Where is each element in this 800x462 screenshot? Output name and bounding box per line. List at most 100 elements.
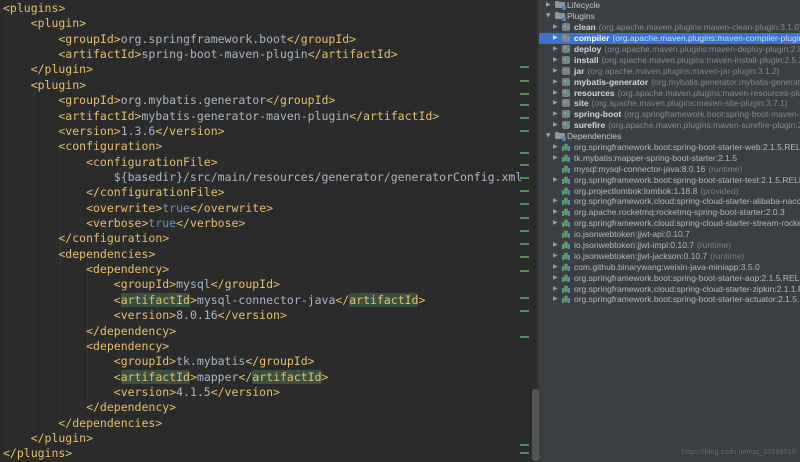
vcs-change-tick[interactable] xyxy=(520,230,529,232)
maven-plugin-spring-boot[interactable]: ▶spring-boot(org.springframework.boot:sp… xyxy=(539,109,800,120)
chevron-right-icon[interactable]: ▶ xyxy=(553,24,562,30)
vcs-change-tick[interactable] xyxy=(520,93,529,95)
code-line[interactable]: <configurationFile> xyxy=(3,155,522,170)
code-line[interactable]: <dependency> xyxy=(3,262,522,277)
vcs-change-tick[interactable] xyxy=(520,130,529,132)
chevron-right-icon[interactable]: ▶ xyxy=(553,177,562,183)
chevron-right-icon[interactable]: ▶ xyxy=(553,122,562,128)
maven-dependency-item[interactable]: ▶org.springframework.boot:spring-boot-st… xyxy=(539,294,800,305)
chevron-right-icon[interactable]: ▶ xyxy=(553,264,562,270)
maven-plugin-surefire[interactable]: ▶surefire(org.apache.maven.plugins:maven… xyxy=(539,120,800,131)
chevron-right-icon[interactable]: ▶ xyxy=(553,220,562,226)
maven-dependency-item[interactable]: ▶org.springframework.cloud:spring-cloud-… xyxy=(539,283,800,294)
code-line[interactable]: <version>1.3.6</version> xyxy=(3,124,522,139)
maven-plugin-install[interactable]: ▶install(org.apache.maven.plugins:maven-… xyxy=(539,54,800,65)
vcs-change-tick[interactable] xyxy=(520,444,529,446)
chevron-right-icon[interactable]: ▶ xyxy=(553,253,562,259)
vcs-change-tick[interactable] xyxy=(520,177,529,179)
vcs-change-tick[interactable] xyxy=(520,452,529,454)
chevron-right-icon[interactable]: ▶ xyxy=(553,275,562,281)
code-line[interactable]: </dependency> xyxy=(3,400,522,415)
code-line[interactable]: <plugin> xyxy=(3,78,522,93)
code-line[interactable]: </plugins> xyxy=(3,446,522,461)
vcs-change-tick[interactable] xyxy=(520,104,529,106)
code-line[interactable]: </configuration> xyxy=(3,231,522,246)
maven-dependency-item[interactable]: ▶io.jsonwebtoken:jjwt-jackson:0.10.7(run… xyxy=(539,250,800,261)
vcs-change-tick[interactable] xyxy=(520,270,529,272)
chevron-right-icon[interactable]: ▶ xyxy=(553,68,562,74)
vcs-change-tick[interactable] xyxy=(520,66,529,68)
maven-plugin-jar[interactable]: ▶jar(org.apache.maven.plugins:maven-jar-… xyxy=(539,65,800,76)
maven-dependency-item[interactable]: ▶io.jsonwebtoken:jjwt-impl:0.10.7(runtim… xyxy=(539,240,800,251)
chevron-right-icon[interactable]: ▶ xyxy=(553,79,562,85)
code-line[interactable]: <groupId>mysql</groupId> xyxy=(3,277,522,292)
vcs-change-tick[interactable] xyxy=(520,117,529,119)
chevron-down-icon[interactable]: ▼ xyxy=(546,133,555,139)
maven-dependency-item[interactable]: ▶org.springframework.cloud:spring-cloud-… xyxy=(539,196,800,207)
code-line[interactable]: ${basedir}/src/main/resources/generator/… xyxy=(3,170,522,185)
maven-plugin-deploy[interactable]: ▶deploy(org.apache.maven.plugins:maven-d… xyxy=(539,44,800,55)
maven-dependency-item[interactable]: ▶com.github.binarywang:weixin-java-minia… xyxy=(539,261,800,272)
tree-section-dependencies[interactable]: ▼Dependencies xyxy=(539,131,800,142)
chevron-right-icon[interactable]: ▶ xyxy=(553,57,562,63)
chevron-right-icon[interactable]: ▶ xyxy=(553,198,562,204)
chevron-right-icon[interactable]: ▶ xyxy=(553,155,562,161)
vcs-change-tick[interactable] xyxy=(520,297,529,299)
maven-plugin-compiler[interactable]: ▶compiler(org.apache.maven.plugins:maven… xyxy=(539,33,800,44)
code-line[interactable]: <artifactId>spring-boot-maven-plugin</ar… xyxy=(3,47,522,62)
chevron-right-icon[interactable]: ▶ xyxy=(553,46,562,52)
tree-section-lifecycle[interactable]: ▶Lifecycle xyxy=(539,0,800,11)
chevron-right-icon[interactable]: ▶ xyxy=(553,111,562,117)
tree-section-plugins[interactable]: ▼Plugins xyxy=(539,11,800,22)
chevron-right-icon[interactable]: ▶ xyxy=(553,209,562,215)
code-line[interactable]: <configuration> xyxy=(3,139,522,154)
vcs-change-tick[interactable] xyxy=(520,190,529,192)
vcs-change-tick[interactable] xyxy=(520,243,529,245)
maven-plugin-clean[interactable]: ▶clean(org.apache.maven.plugins:maven-cl… xyxy=(539,22,800,33)
maven-plugin-site[interactable]: ▶site(org.apache.maven.plugins:maven-sit… xyxy=(539,98,800,109)
vcs-change-tick[interactable] xyxy=(520,336,529,338)
maven-dependency-item[interactable]: mysql:mysql-connector-java:8.0.16(runtim… xyxy=(539,163,800,174)
chevron-right-icon[interactable]: ▶ xyxy=(553,296,562,302)
vcs-change-tick[interactable] xyxy=(520,164,529,166)
code-line[interactable]: <artifactId>mybatis-generator-maven-plug… xyxy=(3,109,522,124)
maven-dependency-item[interactable]: org.projectlombok:lombok:1.18.8(provided… xyxy=(539,185,800,196)
code-line[interactable]: <overwrite>true</overwrite> xyxy=(3,201,522,216)
vcs-change-tick[interactable] xyxy=(520,217,529,219)
code-line[interactable]: </dependency> xyxy=(3,324,522,339)
chevron-right-icon[interactable]: ▶ xyxy=(553,242,562,248)
code-line[interactable]: </plugin> xyxy=(3,431,522,446)
maven-dependency-item[interactable]: ▶org.springframework.boot:spring-boot-st… xyxy=(539,142,800,153)
chevron-right-icon[interactable]: ▶ xyxy=(553,90,562,96)
code-line[interactable]: <plugin> xyxy=(3,16,522,31)
maven-dependency-item[interactable]: ▶org.apache.rocketmq:rocketmq-spring-boo… xyxy=(539,207,800,218)
code-line[interactable]: <plugins> xyxy=(3,1,522,16)
maven-dependency-item[interactable]: ▶org.springframework.cloud:spring-cloud-… xyxy=(539,218,800,229)
code-line[interactable]: <version>8.0.16</version> xyxy=(3,308,522,323)
code-area[interactable]: <plugins> <plugin> <groupId>org.springfr… xyxy=(3,1,522,462)
vcs-change-tick[interactable] xyxy=(520,152,529,154)
chevron-right-icon[interactable]: ▶ xyxy=(553,286,562,292)
code-line[interactable]: <verbose>true</verbose> xyxy=(3,216,522,231)
vcs-change-tick[interactable] xyxy=(520,310,529,312)
chevron-right-icon[interactable]: ▶ xyxy=(553,100,562,106)
code-line[interactable]: <artifactId>mysql-connector-java</artifa… xyxy=(3,293,522,308)
code-line[interactable]: <dependencies> xyxy=(3,247,522,262)
code-line[interactable]: </configurationFile> xyxy=(3,185,522,200)
xml-editor[interactable]: <plugins> <plugin> <groupId>org.springfr… xyxy=(0,0,537,462)
chevron-right-icon[interactable]: ▶ xyxy=(553,144,562,150)
code-line[interactable]: <dependency> xyxy=(3,339,522,354)
code-line[interactable]: <version>4.1.5</version> xyxy=(3,385,522,400)
vcs-change-tick[interactable] xyxy=(520,80,529,82)
code-line[interactable]: <groupId>org.springframework.boot</group… xyxy=(3,32,522,47)
chevron-right-icon[interactable]: ▶ xyxy=(546,2,555,8)
chevron-down-icon[interactable]: ▼ xyxy=(546,13,555,19)
maven-dependency-item[interactable]: ▶org.springframework.boot:spring-boot-st… xyxy=(539,272,800,283)
code-line[interactable]: </dependencies> xyxy=(3,416,522,431)
code-line[interactable]: <groupId>tk.mybatis</groupId> xyxy=(3,354,522,369)
maven-plugin-mybatis-generator[interactable]: ▶mybatis-generator(org.mybatis.generator… xyxy=(539,76,800,87)
vcs-change-tick[interactable] xyxy=(520,256,529,258)
maven-tool-window[interactable]: ▶Lifecycle▼Plugins▶clean(org.apache.mave… xyxy=(537,0,800,462)
code-line[interactable]: <artifactId>mapper</artifactId> xyxy=(3,370,522,385)
code-line[interactable]: </plugin> xyxy=(3,62,522,77)
